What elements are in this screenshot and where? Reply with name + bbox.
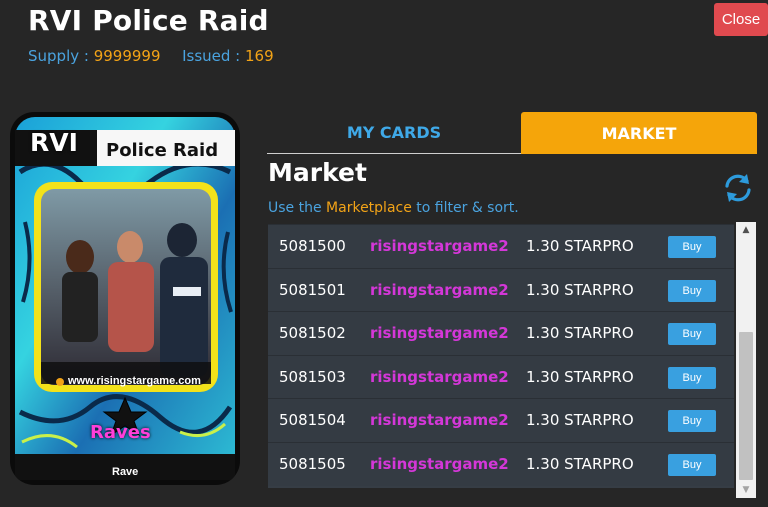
listing-id: 5081505: [279, 455, 346, 473]
market-scrollbar[interactable]: ▲ ▼: [736, 222, 756, 498]
listing-price: 1.30 STARPRO: [526, 237, 634, 255]
seller-name[interactable]: risingstargame2: [370, 281, 509, 299]
refresh-icon[interactable]: [720, 170, 756, 206]
table-row: 5081505 risingstargame2 1.30 STARPRO Buy: [268, 442, 734, 486]
supply-info: Supply : 9999999 Issued : 169: [28, 47, 274, 65]
table-row: 5081503 risingstargame2 1.30 STARPRO Buy: [268, 354, 734, 399]
hint-suffix: to filter & sort.: [416, 200, 519, 216]
buy-button[interactable]: Buy: [668, 323, 716, 346]
listing-id: 5081503: [279, 367, 346, 386]
scrollbar-thumb[interactable]: [739, 332, 753, 480]
close-button[interactable]: Close: [714, 3, 768, 36]
marketplace-link[interactable]: Marketplace: [326, 200, 412, 216]
buy-button[interactable]: Buy: [668, 236, 716, 258]
tab-my-cards[interactable]: MY CARDS: [267, 112, 521, 154]
buy-button[interactable]: Buy: [668, 410, 716, 433]
listing-id: 5081504: [279, 411, 346, 430]
listing-id: 5081502: [279, 324, 346, 343]
supply-value: 9999999: [93, 47, 161, 65]
listing-price: 1.30 STARPRO: [526, 280, 634, 299]
card-url: www.risingstargame.com: [68, 375, 201, 387]
card-type: Rave: [112, 466, 139, 478]
buy-button[interactable]: Buy: [668, 366, 716, 389]
table-row: 5081504 risingstargame2 1.30 STARPRO Buy: [268, 398, 734, 442]
issued-value: 169: [245, 47, 274, 65]
marketplace-hint: Use the Marketplace to filter & sort.: [268, 200, 519, 216]
seller-name[interactable]: risingstargame2: [370, 368, 509, 386]
issued-label: Issued :: [182, 47, 241, 65]
seller-name[interactable]: risingstargame2: [370, 411, 509, 429]
card-title-line2: Police Raid: [106, 140, 219, 161]
listing-price: 1.30 STARPRO: [526, 411, 634, 430]
buy-button[interactable]: Buy: [668, 454, 716, 476]
seller-name[interactable]: risingstargame2: [370, 237, 509, 255]
listing-price: 1.30 STARPRO: [526, 367, 634, 386]
market-table: 5081500 risingstargame2 1.30 STARPRO Buy…: [268, 224, 734, 488]
seller-name[interactable]: risingstargame2: [370, 324, 509, 342]
listing-price: 1.30 STARPRO: [526, 324, 634, 343]
scroll-up-arrow-icon[interactable]: ▲: [736, 222, 756, 238]
card-set-name: Raves: [90, 422, 151, 443]
table-row: 5081501 risingstargame2 1.30 STARPRO Buy: [268, 267, 734, 312]
table-row: 5081500 risingstargame2 1.30 STARPRO Buy: [268, 224, 734, 268]
listing-id: 5081500: [279, 237, 346, 255]
card-image: RVI Police Raid www.risingstargame.com R…: [10, 112, 240, 485]
listing-id: 5081501: [279, 280, 346, 299]
page-title: RVI Police Raid: [28, 4, 269, 37]
market-heading: Market: [268, 158, 367, 187]
tab-market[interactable]: MARKET: [521, 112, 757, 154]
hint-prefix: Use the: [268, 200, 322, 216]
buy-button[interactable]: Buy: [668, 279, 716, 302]
listing-price: 1.30 STARPRO: [526, 455, 634, 473]
scroll-down-arrow-icon[interactable]: ▼: [736, 482, 756, 498]
card-title-line1: RVI: [30, 128, 78, 157]
table-row: 5081502 risingstargame2 1.30 STARPRO Buy: [268, 311, 734, 355]
seller-name[interactable]: risingstargame2: [370, 455, 509, 473]
supply-label: Supply :: [28, 47, 89, 65]
